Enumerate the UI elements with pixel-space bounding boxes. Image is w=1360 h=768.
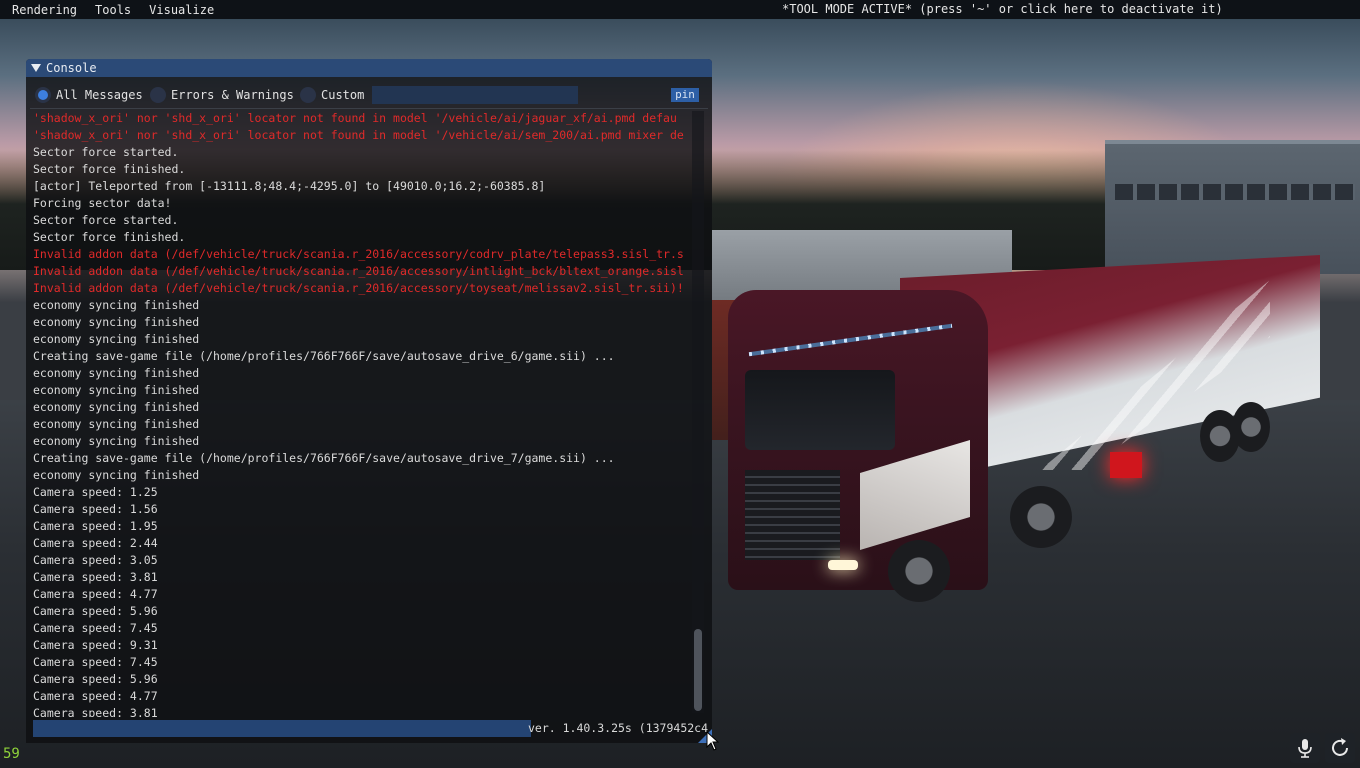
log-line: Sector force finished. xyxy=(33,162,186,176)
log-line: economy syncing finished xyxy=(33,434,200,448)
log-line: Camera speed: 4.77 xyxy=(33,587,158,601)
log-line: Sector force started. xyxy=(33,145,179,159)
log-line: Camera speed: 7.45 xyxy=(33,655,158,669)
menu-bar: Rendering Tools Visualize *TOOL MODE ACT… xyxy=(0,0,1360,19)
trailer-wheel xyxy=(1232,402,1270,452)
log-line-error: 'shadow_x_ori' nor 'shd_x_ori' locator n… xyxy=(33,111,677,125)
console-log[interactable]: 'shadow_x_ori' nor 'shd_x_ori' locator n… xyxy=(33,110,693,717)
truck-wheel xyxy=(1010,486,1072,548)
log-scrollbar[interactable] xyxy=(692,111,704,713)
log-line: Camera speed: 2.44 xyxy=(33,536,158,550)
mouse-cursor-icon xyxy=(706,731,720,751)
fps-counter: 59 xyxy=(3,746,20,762)
log-line: Camera speed: 7.45 xyxy=(33,621,158,635)
log-line: Creating save-game file (/home/profiles/… xyxy=(33,451,615,465)
log-line-error: Invalid addon data (/def/vehicle/truck/s… xyxy=(33,281,684,295)
custom-filter-input[interactable] xyxy=(372,86,578,104)
radio-custom[interactable] xyxy=(300,87,316,103)
truck-grille xyxy=(745,470,840,560)
log-line: economy syncing finished xyxy=(33,383,200,397)
log-line: Sector force finished. xyxy=(33,230,186,244)
refresh-button[interactable] xyxy=(1325,733,1355,763)
log-line: Camera speed: 3.81 xyxy=(33,570,158,584)
trailer-taillight xyxy=(1110,452,1142,478)
warehouse-building xyxy=(1105,140,1360,274)
console-window: Console All Messages Errors & Warnings C… xyxy=(26,59,712,743)
log-line: Forcing sector data! xyxy=(33,196,172,210)
log-line: economy syncing finished xyxy=(33,332,200,346)
tool-mode-notice[interactable]: *TOOL MODE ACTIVE* (press '~' or click h… xyxy=(782,2,1223,16)
microphone-button[interactable] xyxy=(1290,733,1320,763)
log-line: Camera speed: 3.81 xyxy=(33,706,158,717)
building-windows xyxy=(1115,184,1355,200)
log-line: Camera speed: 1.56 xyxy=(33,502,158,516)
menu-visualize[interactable]: Visualize xyxy=(143,3,220,17)
radio-all-messages[interactable] xyxy=(35,87,51,103)
log-line: economy syncing finished xyxy=(33,315,200,329)
microphone-icon xyxy=(1298,739,1312,758)
collapse-triangle-icon[interactable] xyxy=(31,64,41,72)
log-line: economy syncing finished xyxy=(33,366,200,380)
log-line-error: Invalid addon data (/def/vehicle/truck/s… xyxy=(33,247,684,261)
version-label: ver. 1.40.3.25s (1379452c4 xyxy=(528,721,708,735)
log-line: Camera speed: 5.96 xyxy=(33,604,158,618)
filter-row: All Messages Errors & Warnings Custom pi… xyxy=(26,85,712,105)
refresh-icon xyxy=(1332,738,1348,756)
menu-tools[interactable]: Tools xyxy=(89,3,137,17)
scrollbar-thumb[interactable] xyxy=(694,629,702,711)
truck-windshield xyxy=(745,370,895,450)
log-line-error: 'shadow_x_ori' nor 'shd_x_ori' locator n… xyxy=(33,128,684,142)
radio-all-messages-label[interactable]: All Messages xyxy=(56,88,143,102)
log-line: [actor] Teleported from [-13111.8;48.4;-… xyxy=(33,179,546,193)
log-line: economy syncing finished xyxy=(33,298,200,312)
log-line: Creating save-game file (/home/profiles/… xyxy=(33,349,615,363)
console-title-bar[interactable]: Console xyxy=(26,59,712,77)
log-line: Camera speed: 1.25 xyxy=(33,485,158,499)
divider xyxy=(30,108,708,109)
log-line: Camera speed: 4.77 xyxy=(33,689,158,703)
log-line: Camera speed: 3.05 xyxy=(33,553,158,567)
radio-custom-label[interactable]: Custom xyxy=(321,88,364,102)
truck-wheel xyxy=(888,540,950,602)
pin-button[interactable]: pin xyxy=(671,88,699,102)
log-line: Camera speed: 5.96 xyxy=(33,672,158,686)
console-title: Console xyxy=(46,61,97,75)
radio-errors-warnings[interactable] xyxy=(150,87,166,103)
log-line: economy syncing finished xyxy=(33,400,200,414)
command-input[interactable] xyxy=(33,720,531,737)
log-line-error: Invalid addon data (/def/vehicle/truck/s… xyxy=(33,264,684,278)
menu-rendering[interactable]: Rendering xyxy=(6,3,83,17)
log-line: Camera speed: 9.31 xyxy=(33,638,158,652)
log-line: economy syncing finished xyxy=(33,468,200,482)
log-line: economy syncing finished xyxy=(33,417,200,431)
log-line: Camera speed: 1.95 xyxy=(33,519,158,533)
log-line: Sector force started. xyxy=(33,213,179,227)
truck-headlight xyxy=(828,560,858,570)
radio-errors-warnings-label[interactable]: Errors & Warnings xyxy=(171,88,294,102)
